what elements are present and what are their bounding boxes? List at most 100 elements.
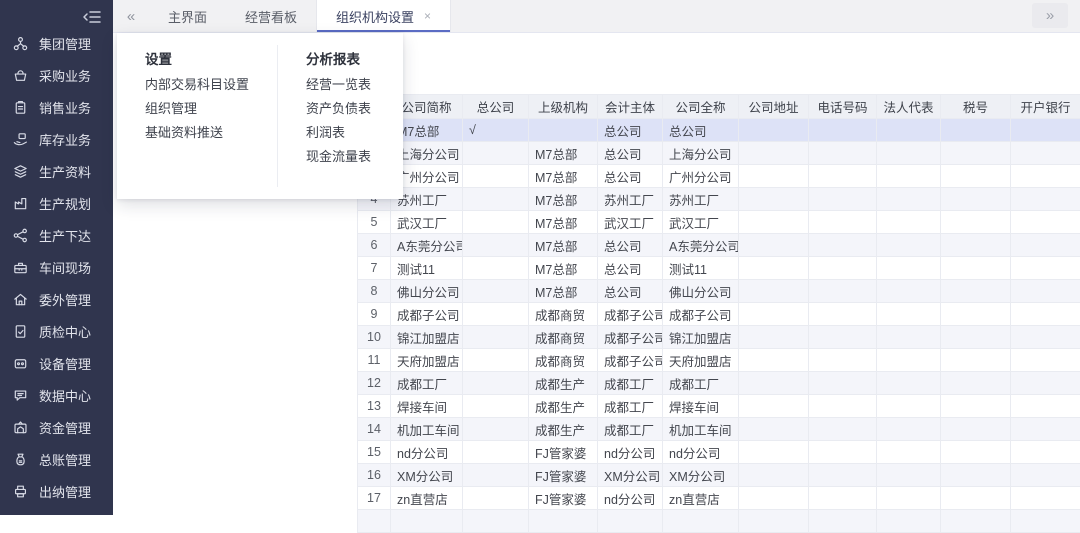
table-row[interactable]: 14机加工车间成都生产成都工厂机加工车间: [358, 418, 1080, 441]
sidebar-item-inventory[interactable]: 库存业务: [0, 123, 113, 155]
table-cell: [1011, 303, 1080, 326]
table-cell: 成都子公司: [663, 303, 739, 326]
menu-item[interactable]: 现金流量表: [306, 145, 397, 169]
table-cell: [809, 211, 877, 234]
table-cell: [877, 257, 941, 280]
table-row[interactable]: 15nd分公司FJ管家婆nd分公司nd分公司: [358, 441, 1080, 464]
sidebar-item-production-dispatch[interactable]: 生产下达: [0, 219, 113, 251]
table-cell: [1011, 211, 1080, 234]
table-cell: A东莞分公司: [391, 234, 463, 257]
sidebar-item-cashier-management[interactable]: 出纳管理: [0, 475, 113, 507]
tabs-scroll-right-button[interactable]: »: [1032, 3, 1068, 28]
table-row[interactable]: 1M7总部√总公司总公司: [358, 119, 1080, 142]
table-cell: 总公司: [598, 280, 663, 303]
column-header[interactable]: 税号: [941, 95, 1011, 119]
menu-item[interactable]: 经营一览表: [306, 73, 397, 97]
table-cell: [739, 395, 809, 418]
column-header[interactable]: 公司地址: [739, 95, 809, 119]
table-row[interactable]: 13焊接车间成都生产成都工厂焊接车间: [358, 395, 1080, 418]
tab-business-dashboard[interactable]: 经营看板: [226, 0, 316, 32]
table-cell: [877, 326, 941, 349]
tabs-scroll-left-button[interactable]: «: [113, 0, 149, 32]
table-cell: 苏州工厂: [598, 188, 663, 211]
factory-icon: [12, 195, 29, 212]
table-cell: [529, 119, 598, 142]
sidebar-item-production-planning[interactable]: 生产规划: [0, 187, 113, 219]
table-cell: 总公司: [598, 234, 663, 257]
table-row[interactable]: 10锦江加盟店成都商贸成都子公司锦江加盟店: [358, 326, 1080, 349]
table-row[interactable]: 4苏州工厂M7总部苏州工厂苏州工厂: [358, 188, 1080, 211]
sidebar-item-equipment-management[interactable]: 设备管理: [0, 347, 113, 379]
table-cell: [941, 510, 1011, 533]
table-cell: [809, 395, 877, 418]
sidebar-item-label: 总账管理: [39, 450, 91, 469]
table-row[interactable]: 17zn直营店FJ管家婆nd分公司zn直营店: [358, 487, 1080, 510]
sidebar-item-label: 集团管理: [39, 34, 91, 53]
table-row[interactable]: 16XM分公司FJ管家婆XM分公司XM分公司: [358, 464, 1080, 487]
table-row[interactable]: 2上海分公司M7总部总公司上海分公司: [358, 142, 1080, 165]
table-row[interactable]: 7测试11M7总部总公司测试11: [358, 257, 1080, 280]
column-header[interactable]: 开户银行: [1011, 95, 1080, 119]
menu-item[interactable]: 组织管理: [145, 97, 271, 121]
table-row[interactable]: 12成都工厂成都生产成都工厂成都工厂: [358, 372, 1080, 395]
table-cell: [391, 510, 463, 533]
table-cell: [941, 257, 1011, 280]
sidebar-item-label: 销售业务: [39, 98, 91, 117]
table-row[interactable]: 3广州分公司M7总部总公司广州分公司: [358, 165, 1080, 188]
column-header[interactable]: 电话号码: [809, 95, 877, 119]
table-row[interactable]: 6A东莞分公司M7总部总公司A东莞分公司: [358, 234, 1080, 257]
table-row[interactable]: 5武汉工厂M7总部武汉工厂武汉工厂: [358, 211, 1080, 234]
tab-org-settings[interactable]: 组织机构设置×: [316, 0, 451, 32]
table-cell: [941, 188, 1011, 211]
menu-item[interactable]: 基础资料推送: [145, 121, 271, 145]
tab-main[interactable]: 主界面: [149, 0, 226, 32]
org-chart-icon: [12, 35, 29, 52]
table-cell: [941, 234, 1011, 257]
menu-item[interactable]: 资产负债表: [306, 97, 397, 121]
table-cell: 成都生产: [529, 372, 598, 395]
column-header[interactable]: 法人代表: [877, 95, 941, 119]
table-cell: [739, 349, 809, 372]
sidebar-item-group-management[interactable]: 集团管理: [0, 27, 113, 59]
table-cell: 焊接车间: [663, 395, 739, 418]
collapse-sidebar-button[interactable]: [80, 7, 104, 27]
table-row[interactable]: [358, 510, 1080, 533]
table-row[interactable]: 11天府加盟店成都商贸成都子公司天府加盟店: [358, 349, 1080, 372]
sidebar-item-purchasing[interactable]: 采购业务: [0, 59, 113, 91]
table-cell: [463, 510, 529, 533]
table-row[interactable]: 9成都子公司成都商贸成都子公司成都子公司: [358, 303, 1080, 326]
device-icon: [12, 355, 29, 372]
sidebar-item-funds-management[interactable]: 资金管理: [0, 411, 113, 443]
table-cell: [739, 188, 809, 211]
tabs: 主界面经营看板组织机构设置×: [149, 0, 451, 32]
sidebar-item-general-ledger[interactable]: 总账管理: [0, 443, 113, 475]
sidebar-item-workshop[interactable]: 车间现场: [0, 251, 113, 283]
column-header[interactable]: 总公司: [463, 95, 529, 119]
menu-item[interactable]: 利润表: [306, 121, 397, 145]
clipboard-icon: [12, 99, 29, 116]
sidebar-item-sales[interactable]: 销售业务: [0, 91, 113, 123]
share-nodes-icon: [12, 227, 29, 244]
table-cell: [941, 165, 1011, 188]
row-number-cell: 8: [358, 280, 391, 303]
table-cell: 成都商贸: [529, 349, 598, 372]
sidebar-item-outsourcing[interactable]: 委外管理: [0, 283, 113, 315]
table-cell: [739, 234, 809, 257]
organization-table: 公司简称总公司上级机构会计主体公司全称公司地址电话号码法人代表税号开户银行 1M…: [357, 94, 1080, 533]
table-cell: A东莞分公司: [663, 234, 739, 257]
table-cell: [463, 142, 529, 165]
sidebar-item-production-data[interactable]: 生产资料: [0, 155, 113, 187]
table-cell: [463, 303, 529, 326]
tab-close-icon[interactable]: ×: [424, 10, 431, 22]
table-cell: [877, 303, 941, 326]
table-cell: 成都子公司: [391, 303, 463, 326]
column-header[interactable]: 上级机构: [529, 95, 598, 119]
table-row[interactable]: 8佛山分公司M7总部总公司佛山分公司: [358, 280, 1080, 303]
table-cell: [877, 280, 941, 303]
menu-item[interactable]: 内部交易科目设置: [145, 73, 271, 97]
sidebar-item-data-center[interactable]: 数据中心: [0, 379, 113, 411]
column-header[interactable]: 公司全称: [663, 95, 739, 119]
table-cell: [809, 372, 877, 395]
column-header[interactable]: 会计主体: [598, 95, 663, 119]
sidebar-item-quality-center[interactable]: 质检中心: [0, 315, 113, 347]
